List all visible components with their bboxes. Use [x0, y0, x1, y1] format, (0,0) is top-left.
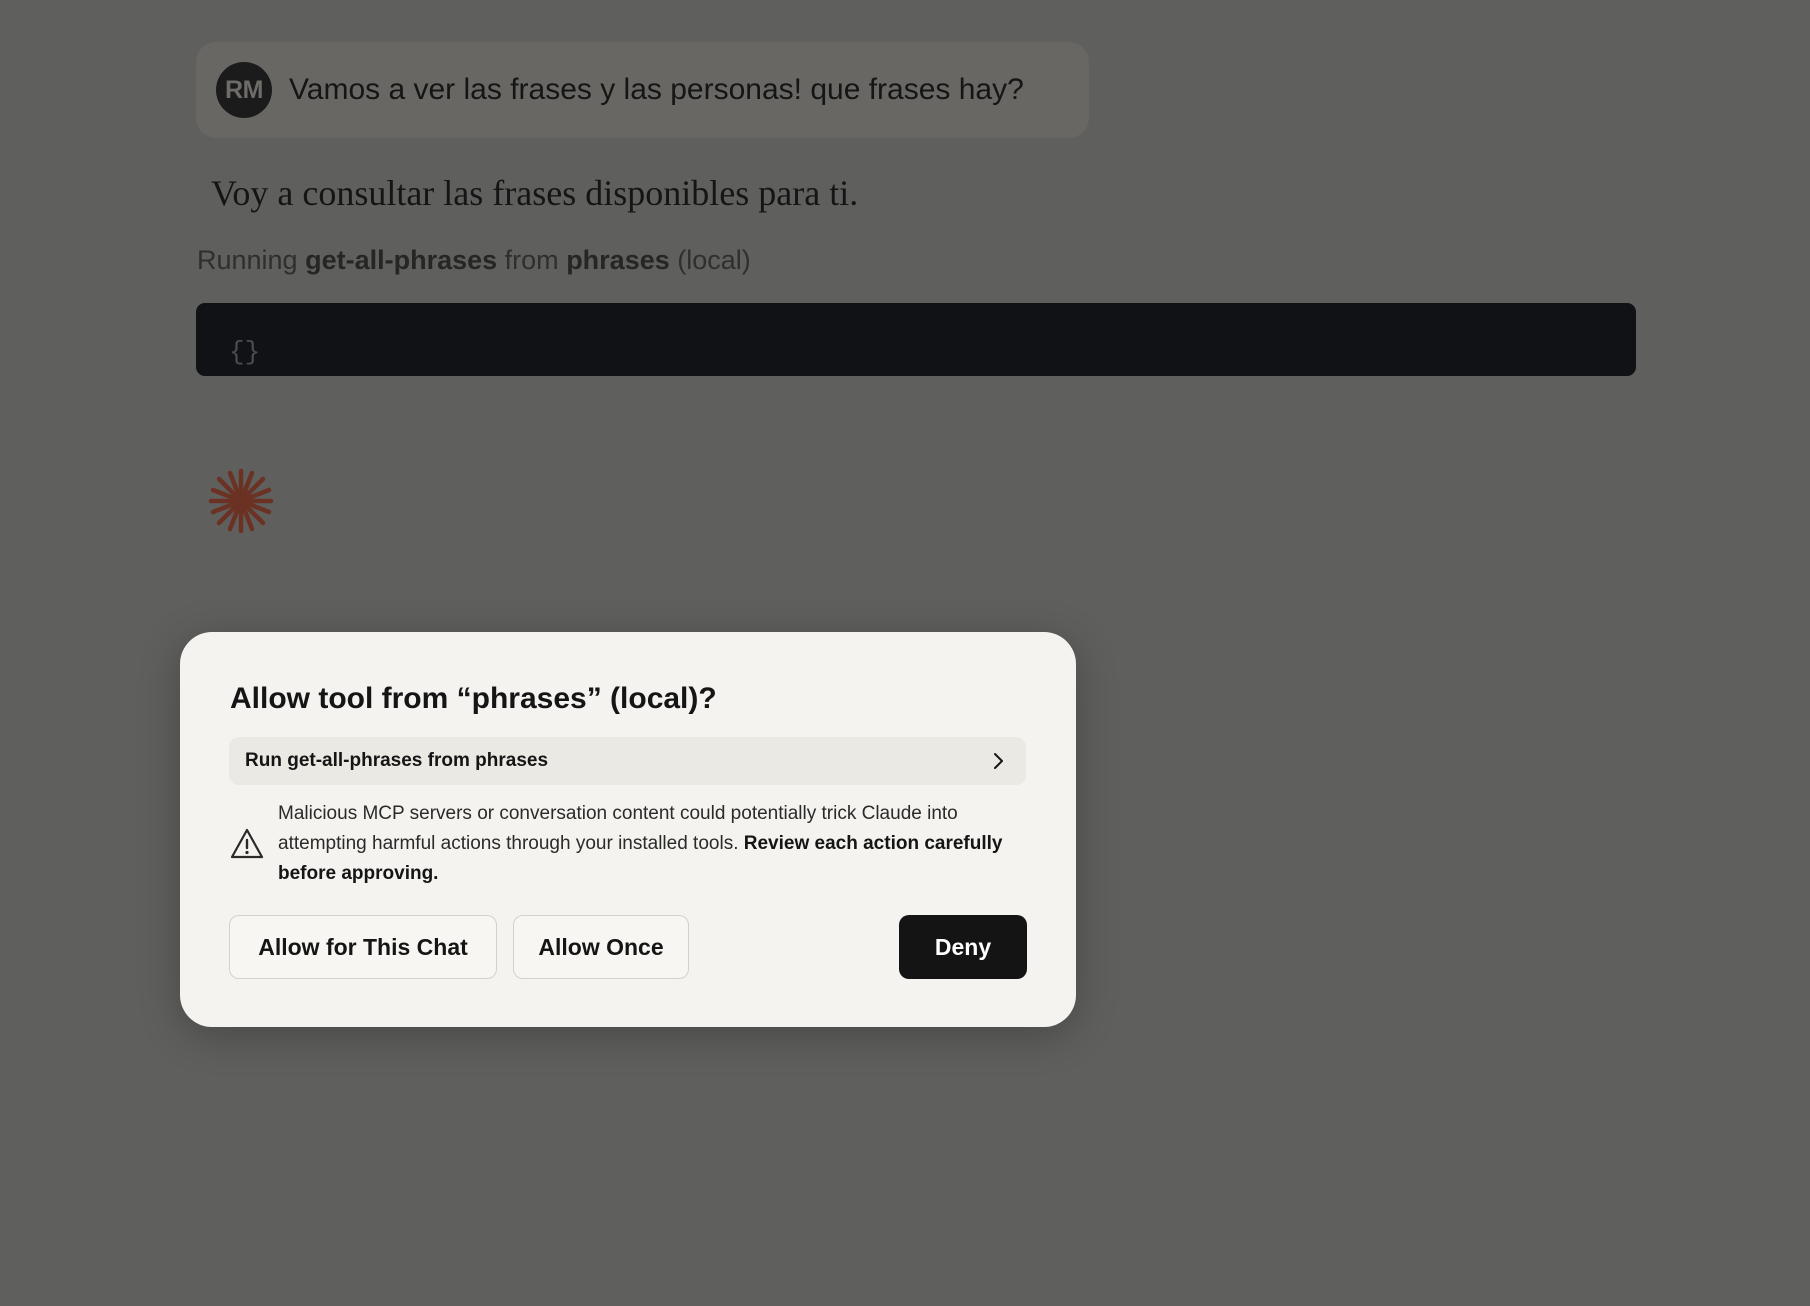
chevron-right-icon — [988, 751, 1008, 771]
deny-button[interactable]: Deny — [899, 915, 1027, 979]
assistant-message-text: Voy a consultar las frases disponibles p… — [211, 173, 859, 213]
user-message-text: Vamos a ver las frases y las personas! q… — [289, 73, 1024, 106]
running-suffix: (local) — [677, 245, 751, 275]
warning-triangle-icon — [229, 826, 265, 862]
tool-details-row[interactable]: Run get-all-phrases from phrases — [229, 737, 1026, 785]
tool-input-code-block: {} — [196, 303, 1636, 376]
allow-for-this-chat-button[interactable]: Allow for This Chat — [229, 915, 497, 979]
tool-permission-dialog: Allow tool from “phrases” (local)? Run g… — [180, 632, 1076, 1027]
security-warning: Malicious MCP servers or conversation co… — [229, 799, 1026, 889]
tool-details-label: Run get-all-phrases from phrases — [245, 750, 549, 771]
code-content: {} — [229, 337, 261, 367]
spark-icon — [206, 466, 276, 536]
avatar: RM — [216, 62, 272, 118]
running-tool-name: get-all-phrases — [305, 245, 498, 275]
running-server-name: phrases — [566, 245, 670, 275]
running-prefix: Running — [197, 245, 298, 275]
warning-text: Malicious MCP servers or conversation co… — [278, 799, 1026, 889]
running-middle: from — [504, 245, 559, 275]
dialog-title: Allow tool from “phrases” (local)? — [230, 682, 717, 715]
allow-once-button[interactable]: Allow Once — [513, 915, 689, 979]
user-message-bubble: RM Vamos a ver las frases y las personas… — [196, 42, 1089, 138]
tool-running-status: Running get-all-phrases from phrases (lo… — [197, 245, 751, 276]
